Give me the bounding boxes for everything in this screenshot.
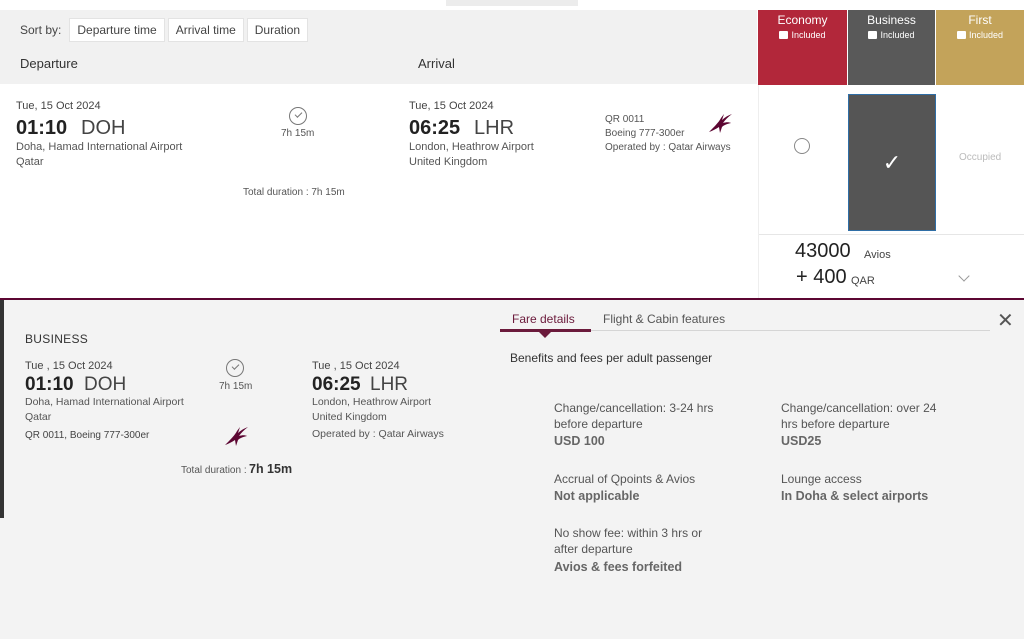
arrival-country: United Kingdom: [409, 156, 488, 168]
arrival-column-header: Arrival: [418, 56, 455, 71]
baggage-included: Included: [848, 30, 935, 40]
close-icon[interactable]: ✕: [997, 311, 1014, 331]
economy-radio[interactable]: [794, 138, 810, 154]
tab-fare-details[interactable]: Fare details: [512, 312, 575, 326]
details-clock-icon: [226, 359, 244, 377]
arrival-airport: London, Heathrow Airport: [409, 141, 534, 153]
details-airline-logo-icon: [225, 427, 248, 446]
details-departure-code: DOH: [84, 374, 127, 395]
details-arrival-time: 06:25: [312, 374, 361, 395]
details-duration: 7h 15m: [219, 381, 253, 392]
price-cash: + 400: [796, 266, 847, 288]
flight-duration: 7h 15m: [281, 128, 315, 139]
top-strip: [0, 0, 1024, 10]
departure-column-header: Departure: [20, 56, 78, 71]
no-show-label: No show fee: within 3 hrs or after depart…: [554, 526, 703, 556]
cabin-name: First: [968, 13, 992, 27]
cabin-header-economy[interactable]: Economy Included: [758, 10, 847, 85]
departure-airport: Doha, Hamad International Airport: [16, 141, 183, 153]
sort-departure-button[interactable]: Departure time: [69, 18, 165, 42]
baggage-icon: [868, 31, 878, 39]
tab-caret-icon: [539, 332, 551, 338]
no-show-value: Avios & fees forfeited: [554, 560, 683, 574]
details-departure-time: 01:10: [25, 374, 74, 395]
baggage-icon: [956, 31, 966, 39]
arrival-code: LHR: [474, 117, 515, 139]
baggage-included: Included: [936, 30, 1024, 40]
cabin-header-business[interactable]: Business Included: [848, 10, 935, 85]
details-total-duration-label: Total duration :: [181, 465, 247, 476]
price-cash-unit: QAR: [851, 275, 875, 287]
cabin-header-first[interactable]: First Included: [936, 10, 1024, 85]
accrual-value: Not applicable: [554, 489, 640, 503]
cabin-name: Business: [867, 13, 916, 27]
sort-bar: Sort by: Departure time Arrival time Dur…: [20, 18, 311, 42]
airline-logo-icon: [709, 114, 732, 133]
details-arrival-airport: London, Heathrow Airport: [312, 396, 432, 408]
lounge-label: Lounge access: [781, 472, 862, 486]
cabin-name: Economy: [777, 13, 828, 27]
checkmark-icon: ✓: [882, 149, 902, 175]
details-arrival-country: United Kingdom: [312, 411, 387, 423]
details-flight-info: QR 0011, Boeing 777-300er: [25, 430, 150, 441]
fee-change-3-24-value: USD 100: [554, 434, 605, 448]
operated-by: Operated by : Qatar Airways: [605, 142, 731, 153]
cabin-select-column: ✓ Occupied 43000 Avios + 400 QAR: [758, 85, 1024, 298]
baggage-icon: [779, 31, 789, 39]
clock-icon: [289, 107, 307, 125]
details-arrival-date: Tue , 15 Oct 2024: [312, 360, 400, 372]
fee-change-over-24-value: USD25: [781, 434, 822, 448]
baggage-included: Included: [758, 30, 847, 40]
lounge-value: In Doha & select airports: [781, 489, 929, 503]
business-selected-cell[interactable]: ✓: [848, 94, 936, 231]
arrival-date: Tue, 15 Oct 2024: [409, 100, 494, 112]
chevron-down-icon[interactable]: [958, 270, 970, 282]
details-arrival-code: LHR: [370, 374, 409, 395]
total-duration: Total duration : 7h 15m: [243, 187, 345, 198]
departure-date: Tue, 15 Oct 2024: [16, 100, 101, 112]
sort-label: Sort by:: [20, 23, 62, 37]
sort-duration-button[interactable]: Duration: [246, 18, 309, 42]
arrival-time: 06:25: [409, 117, 461, 139]
fee-change-over-24-label: Change/cancellation: over 24 hrs before d…: [781, 401, 937, 431]
details-total-duration-value: 7h 15m: [249, 462, 293, 476]
fee-change-3-24-label: Change/cancellation: 3-24 hrs before depa…: [554, 401, 714, 431]
details-operated-by: Operated by : Qatar Airways: [312, 428, 444, 440]
first-occupied-status: Occupied: [959, 152, 1002, 163]
accrual-label: Accrual of Qpoints & Avios: [554, 472, 696, 486]
flight-row[interactable]: Tue, 15 Oct 2024 01:10 DOH Doha, Hamad I…: [0, 85, 757, 298]
panel-left-bar-gap: [0, 518, 4, 639]
price-box[interactable]: 43000 Avios + 400 QAR: [759, 234, 1024, 298]
details-departure-country: Qatar: [25, 411, 52, 423]
results-header: Sort by: Departure time Arrival time Dur…: [0, 10, 757, 84]
departure-country: Qatar: [16, 156, 44, 168]
departure-time: 01:10: [16, 117, 68, 139]
details-cabin-title: BUSINESS: [25, 332, 89, 346]
aircraft-type: Boeing 777-300er: [605, 128, 685, 139]
price-avios-unit: Avios: [864, 249, 891, 261]
top-tab-ghost: [446, 0, 578, 6]
price-avios: 43000: [795, 240, 851, 262]
details-departure-date: Tue , 15 Oct 2024: [25, 360, 113, 372]
departure-code: DOH: [81, 117, 126, 139]
tab-flight-cabin-features[interactable]: Flight & Cabin features: [603, 312, 725, 326]
details-departure-airport: Doha, Hamad International Airport: [25, 396, 184, 408]
fare-benefits-intro: Benefits and fees per adult passenger: [510, 351, 713, 365]
fare-details-panel: BUSINESS Tue , 15 Oct 2024 01:10 DOH Doh…: [0, 300, 1024, 639]
flight-number[interactable]: QR 0011: [605, 114, 644, 125]
sort-arrival-button[interactable]: Arrival time: [167, 18, 244, 42]
